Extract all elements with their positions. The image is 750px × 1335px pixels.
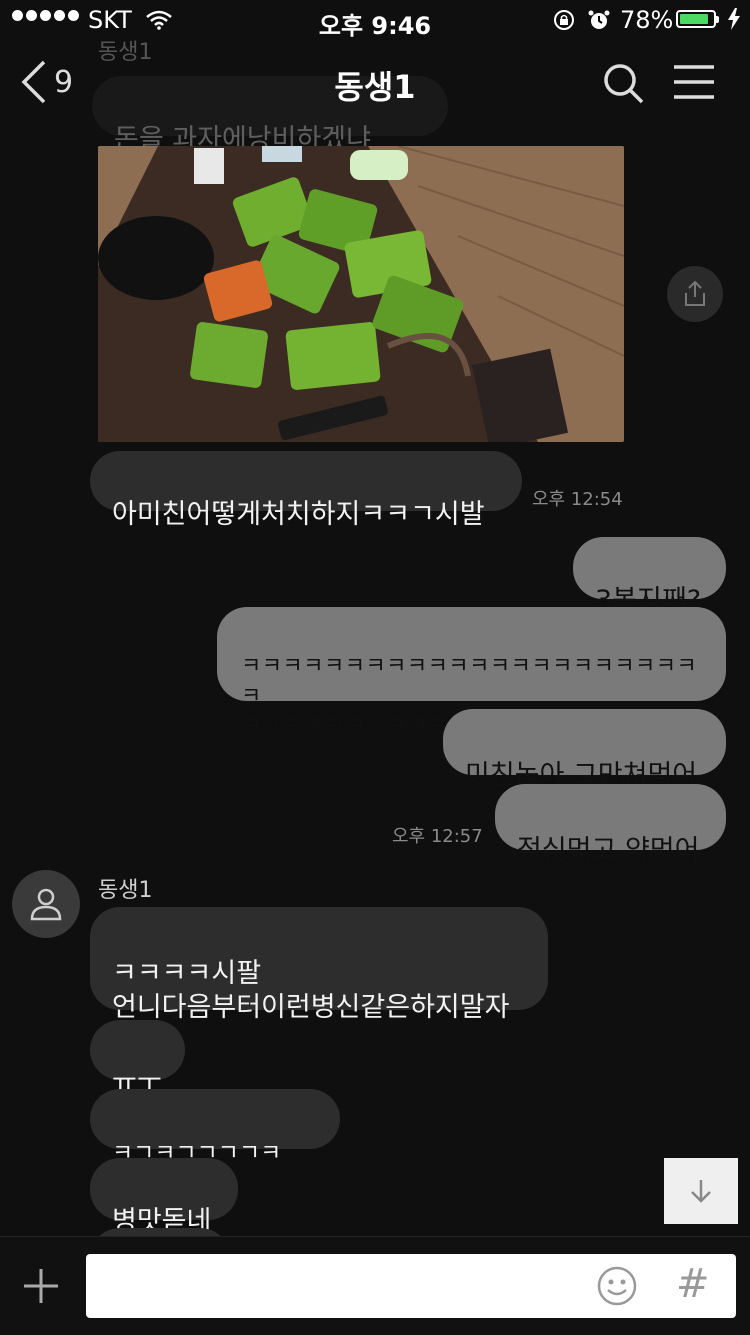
photo-message[interactable] bbox=[98, 146, 624, 442]
battery-icon bbox=[676, 10, 719, 28]
status-bar: SKT 오후 9:46 78% bbox=[0, 0, 750, 40]
share-icon bbox=[685, 280, 705, 306]
share-button[interactable] bbox=[667, 266, 723, 322]
message-bubble-incoming[interactable]: ㅋㅋㅋㅋ시팔 언니다음부터이런병신같은하지말자 bbox=[90, 907, 548, 1023]
arrow-down-icon bbox=[691, 1180, 711, 1203]
message-bubble-outgoing[interactable]: 미친놈아 그만쳐먹어 bbox=[443, 709, 726, 791]
alarm-icon bbox=[587, 8, 611, 38]
message-text: 아미친어떻게처치하지ㅋㅋㄱ시발 bbox=[112, 499, 485, 530]
battery-percent: 78% bbox=[620, 6, 674, 34]
scroll-to-bottom-button[interactable] bbox=[664, 1158, 738, 1224]
message-timestamp: 오후 12:54 bbox=[532, 489, 623, 510]
photo-image bbox=[98, 146, 624, 442]
menu-icon bbox=[674, 65, 714, 99]
chat-area[interactable]: 동생1 돈을 과자에낭비하겠냐 아미친어떻게처치하지ㅋㅋㄱ시발 오후 12:54… bbox=[0, 0, 750, 1236]
message-input[interactable] bbox=[86, 1254, 736, 1318]
sender-name: 동생1 bbox=[98, 878, 153, 903]
search-icon bbox=[604, 64, 644, 104]
message-bubble-outgoing[interactable]: ㅋㅋㅋㅋㅋㅋㅋㅋㅋㅋㅋㅋㅋㅋㅋㅋㅋㅋㅋㅋㅋㅋㅋ ㅋㅋㅋㅋㅋㅋㅋㅋㅋㅋ bbox=[217, 607, 726, 739]
message-bubble-incoming[interactable]: ㅠㅜ bbox=[90, 1020, 185, 1099]
add-attachment-button[interactable] bbox=[22, 1267, 60, 1309]
avatar-person-icon bbox=[30, 888, 62, 921]
rotation-lock-icon bbox=[552, 8, 576, 38]
search-button[interactable] bbox=[602, 62, 644, 108]
message-bubble-outgoing[interactable]: 점심먹고 약먹어 bbox=[495, 784, 726, 866]
emoji-button[interactable] bbox=[596, 1265, 638, 1311]
charging-bolt-icon bbox=[727, 8, 741, 36]
menu-button[interactable] bbox=[672, 64, 716, 104]
message-text: 점심먹고 약먹어 bbox=[517, 835, 700, 866]
message-bubble-incoming[interactable]: 아미친어떻게처치하지ㅋㅋㄱ시발 bbox=[90, 451, 522, 530]
hashtag-search-button[interactable]: # bbox=[676, 1261, 710, 1307]
message-bubble-incoming[interactable]: ㅋㄱㅋㄱㄱㄱㄱㅋ bbox=[90, 1089, 340, 1166]
message-bubble-incoming[interactable]: 병맛돋네 bbox=[90, 1158, 238, 1236]
message-bubble-incoming-partial[interactable] bbox=[90, 1228, 230, 1236]
emoji-icon bbox=[597, 1266, 637, 1306]
input-bar: # bbox=[0, 1236, 750, 1335]
avatar[interactable] bbox=[12, 870, 80, 938]
plus-icon bbox=[24, 1269, 58, 1303]
message-text: ㅋㅋㅋㅋ시팔 언니다음부터이런병신같은하지말자 bbox=[112, 958, 510, 1023]
message-timestamp: 오후 12:57 bbox=[392, 826, 483, 847]
message-bubble-outgoing[interactable]: 3봉지째? bbox=[573, 537, 726, 616]
chat-header: 9 동생1 bbox=[0, 40, 750, 130]
